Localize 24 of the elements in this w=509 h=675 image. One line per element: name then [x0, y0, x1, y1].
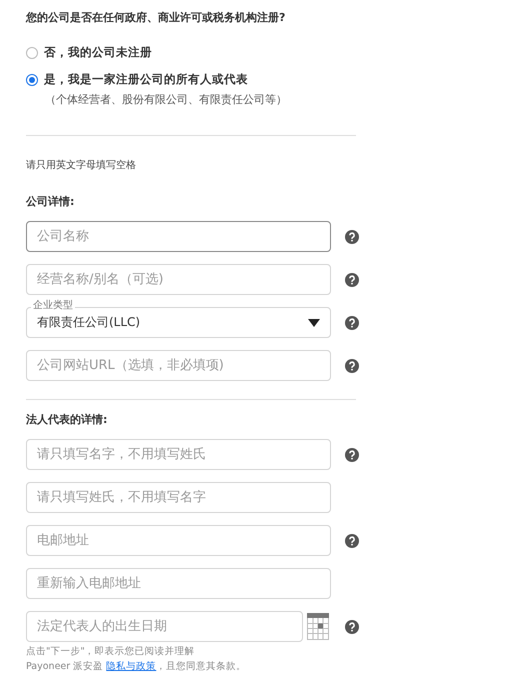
- privacy-link[interactable]: 隐私与政策: [106, 661, 156, 672]
- dropdown-value: 有限责任公司(LLC): [37, 314, 142, 331]
- help-icon[interactable]: [345, 620, 359, 634]
- option-label: 否，我的公司未注册: [44, 45, 152, 60]
- help-icon[interactable]: [345, 230, 359, 244]
- consent-text: Payoneer 派安盈 隐私与政策，且您同意其条款。: [26, 660, 248, 674]
- consent-text: 点击"下一步"，即表示您已阅读并理解: [26, 645, 196, 659]
- radio-button[interactable]: [26, 46, 38, 58]
- radio-button[interactable]: [26, 74, 38, 86]
- option-note: （个体经营者、股份有限公司、有限责任公司等）: [45, 92, 288, 107]
- option-label: 是，我是一家注册公司的所有人或代表: [44, 72, 248, 87]
- help-icon[interactable]: [345, 448, 359, 462]
- section-heading: 公司详情:: [26, 194, 76, 209]
- help-icon[interactable]: [345, 316, 359, 330]
- input-field[interactable]: 公司名称: [26, 221, 331, 252]
- calendar-icon[interactable]: [307, 613, 329, 640]
- help-icon[interactable]: [345, 358, 359, 372]
- help-icon[interactable]: [345, 272, 359, 286]
- hint-text: 请只用英文字母填写空格: [26, 158, 137, 172]
- help-icon[interactable]: [345, 534, 359, 548]
- caret-icon: [308, 318, 320, 326]
- dropdown-label: 企业类型: [31, 299, 75, 312]
- question-text: 您的公司是否在任何政府、商业许可或税务机构注册?: [26, 10, 286, 25]
- section-heading: 法人代表的详情:: [26, 412, 108, 427]
